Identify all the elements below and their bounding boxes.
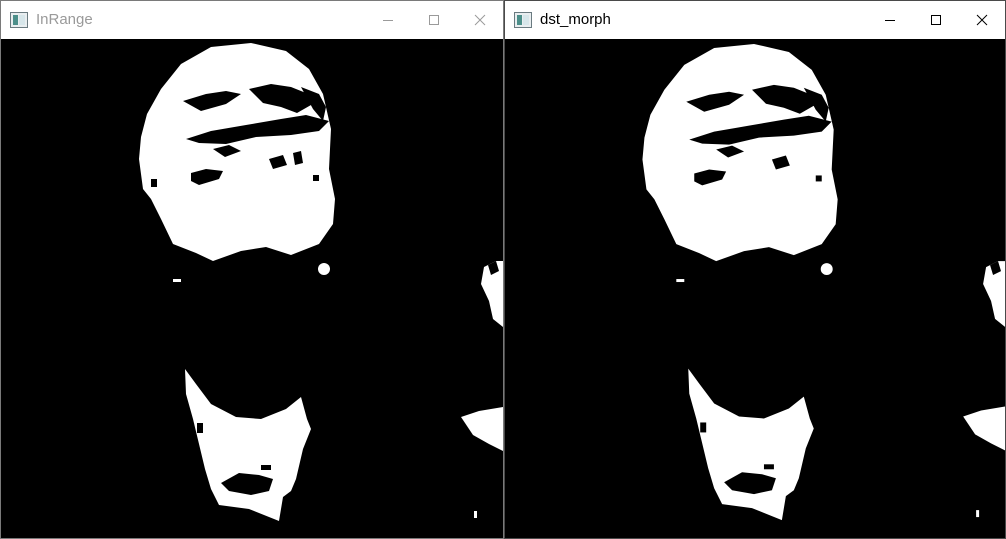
title-bar[interactable]: InRange [1,1,503,39]
maximize-icon [429,15,439,25]
minimize-button[interactable] [365,1,411,39]
inrange-image-canvas [1,39,503,538]
window-title: dst_morph [540,11,611,28]
minimize-icon [885,20,895,21]
dst-morph-window[interactable]: dst_morph [504,0,1006,539]
minimize-icon [383,20,393,21]
opencv-window-icon [10,12,28,28]
maximize-button[interactable] [411,1,457,39]
binary-mask-image [139,43,503,521]
inrange-window[interactable]: InRange [0,0,504,539]
close-button[interactable] [457,1,503,39]
close-icon [474,14,486,26]
minimize-button[interactable] [867,1,913,39]
binary-mask-image [642,43,1005,521]
close-button[interactable] [959,1,1005,39]
dst-morph-image-canvas [505,39,1005,538]
close-icon [976,14,988,26]
maximize-button[interactable] [913,1,959,39]
title-bar[interactable]: dst_morph [505,1,1005,39]
maximize-icon [931,15,941,25]
window-title: InRange [36,11,93,28]
opencv-window-icon [514,12,532,28]
